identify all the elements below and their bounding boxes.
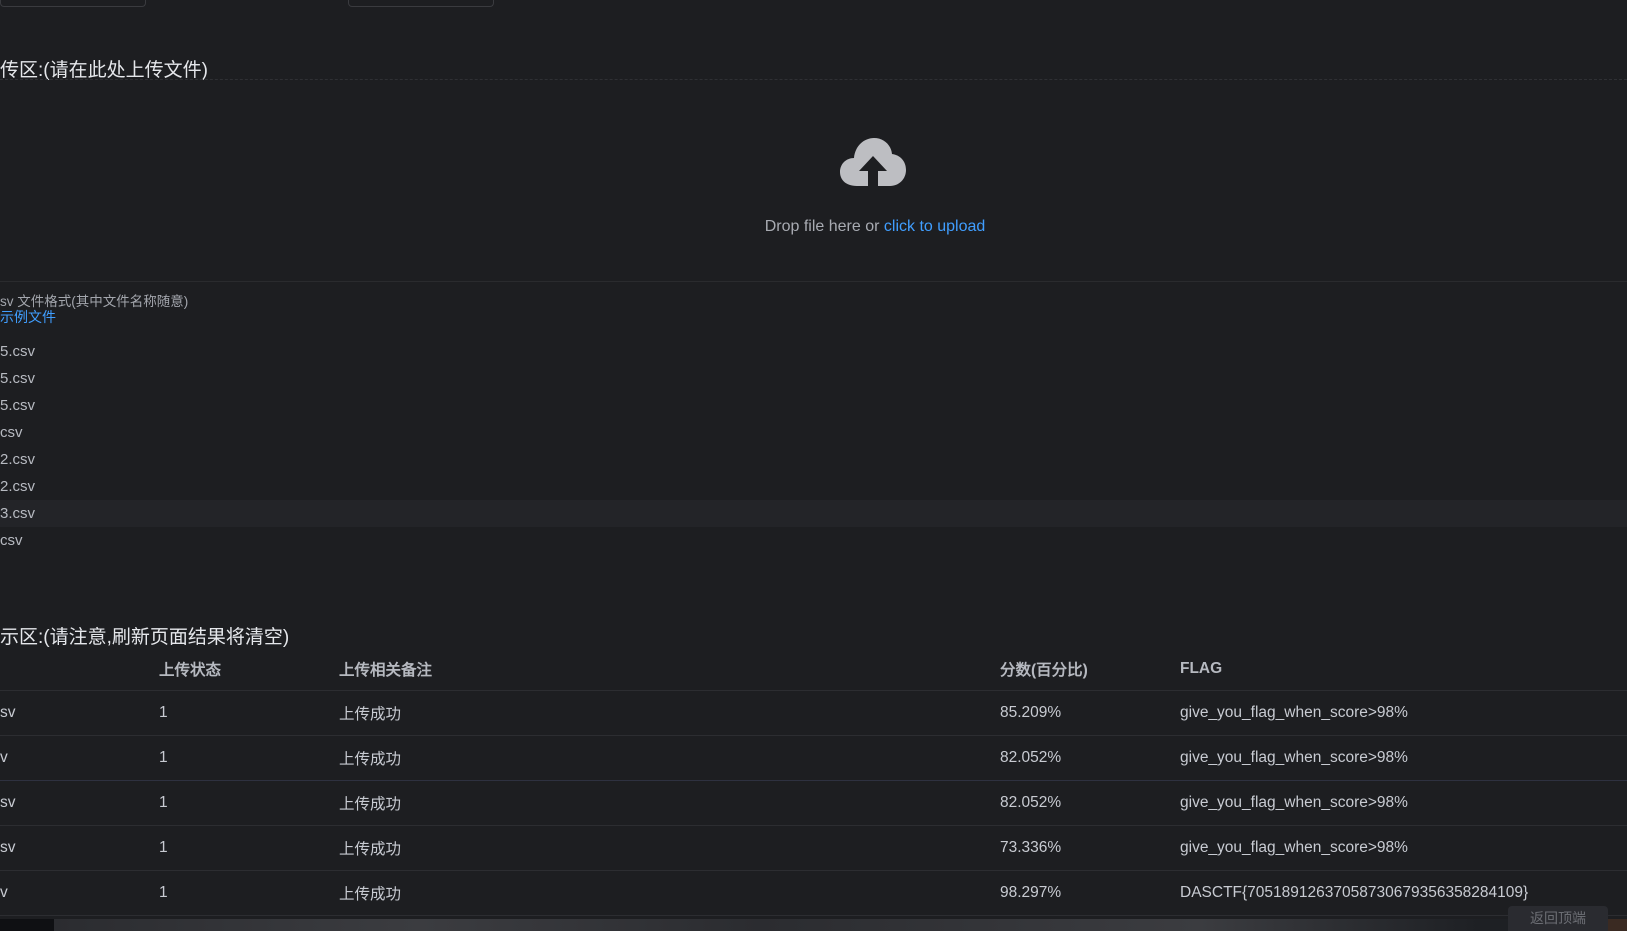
- cell-notes: 上传成功: [339, 780, 1000, 826]
- cell-score: 82.052%: [1000, 735, 1180, 781]
- cell-status: 1: [159, 825, 339, 871]
- file-item[interactable]: 2.csv: [0, 446, 1627, 473]
- cell-notes: 上传成功: [339, 690, 1000, 736]
- cell-flag: give_you_flag_when_score>98%: [1180, 735, 1627, 781]
- uploaded-file-list: 5.csv 5.csv 5.csv csv 2.csv 2.csv 3.csv …: [0, 338, 1627, 554]
- cell-status: 1: [159, 780, 339, 826]
- header-upload-notes: 上传相关备注: [339, 648, 1000, 691]
- header-score: 分数(百分比): [1000, 648, 1180, 691]
- cell-filename: v: [0, 870, 159, 916]
- cell-status: 1: [159, 690, 339, 736]
- top-tab-right[interactable]: [348, 0, 494, 7]
- cell-notes: 上传成功: [339, 870, 1000, 916]
- drop-file-text: Drop file here or: [764, 218, 880, 235]
- cell-score: 85.209%: [1000, 690, 1180, 736]
- cell-score: 82.052%: [1000, 780, 1180, 826]
- cell-filename: sv: [0, 690, 159, 736]
- cell-filename: sv: [0, 780, 159, 826]
- upload-section-title: 传区:(请在此处上传文件): [0, 60, 208, 81]
- header-upload-status: 上传状态: [159, 648, 339, 691]
- back-to-top-button[interactable]: 返回顶端: [1508, 906, 1608, 931]
- table-row: v 1 上传成功 98.297% DASCTF{7051891263705873…: [0, 870, 1627, 916]
- table-row: sv 1 上传成功 73.336% give_you_flag_when_sco…: [0, 825, 1627, 871]
- header-filename: [0, 648, 159, 691]
- cell-flag: give_you_flag_when_score>98%: [1180, 825, 1627, 871]
- results-section-title: 示区:(请注意,刷新页面结果将清空): [0, 627, 290, 648]
- divider: [0, 281, 1627, 282]
- cell-score: 73.336%: [1000, 825, 1180, 871]
- file-item[interactable]: 5.csv: [0, 392, 1627, 419]
- sample-file-link[interactable]: 示例文件: [0, 307, 56, 327]
- cell-flag: give_you_flag_when_score>98%: [1180, 780, 1627, 826]
- file-item[interactable]: 3.csv: [0, 500, 1627, 527]
- cell-status: 1: [159, 735, 339, 781]
- cloud-upload-icon[interactable]: [840, 136, 906, 188]
- table-header-row: 上传状态 上传相关备注 分数(百分比) FLAG: [0, 648, 1627, 691]
- table-row: sv 1 上传成功 85.209% give_you_flag_when_sco…: [0, 690, 1627, 736]
- results-table: 上传状态 上传相关备注 分数(百分比) FLAG sv 1 上传成功 85.20…: [0, 648, 1627, 916]
- file-item[interactable]: 2.csv: [0, 473, 1627, 500]
- header-flag: FLAG: [1180, 648, 1627, 691]
- file-item[interactable]: 5.csv: [0, 338, 1627, 365]
- cell-score: 98.297%: [1000, 870, 1180, 916]
- upload-instruction: Drop file here or click to upload: [0, 218, 1627, 236]
- cell-notes: 上传成功: [339, 825, 1000, 871]
- file-item[interactable]: csv: [0, 419, 1627, 446]
- top-tab-left[interactable]: [0, 0, 146, 7]
- upload-dropzone[interactable]: [0, 80, 1627, 280]
- table-row: sv 1 上传成功 82.052% give_you_flag_when_sco…: [0, 780, 1627, 826]
- file-item[interactable]: csv: [0, 527, 1627, 554]
- file-item[interactable]: 5.csv: [0, 365, 1627, 392]
- bottom-background-strip: [0, 919, 1627, 931]
- cell-status: 1: [159, 870, 339, 916]
- table-row: v 1 上传成功 82.052% give_you_flag_when_scor…: [0, 735, 1627, 781]
- cell-filename: v: [0, 735, 159, 781]
- cell-flag: give_you_flag_when_score>98%: [1180, 690, 1627, 736]
- cell-filename: sv: [0, 825, 159, 871]
- click-to-upload-link[interactable]: click to upload: [884, 218, 985, 235]
- cell-notes: 上传成功: [339, 735, 1000, 781]
